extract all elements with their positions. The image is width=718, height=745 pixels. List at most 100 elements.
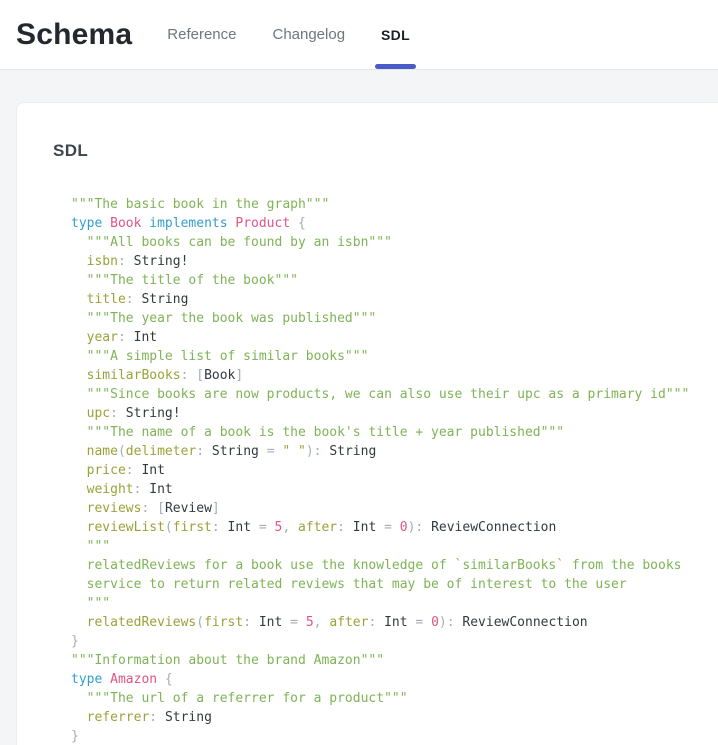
code-token: """The year the book was published""" <box>71 311 376 326</box>
section-title: SDL <box>53 141 695 161</box>
code-token: String! <box>134 254 189 269</box>
code-token: implements <box>141 216 235 231</box>
code-token: : [ <box>181 368 204 383</box>
code-token: """The url of a referrer for a product""… <box>71 691 408 706</box>
code-line: title: String <box>71 290 695 309</box>
tab-reference[interactable]: Reference <box>164 0 239 69</box>
code-token: isbn <box>71 254 118 269</box>
code-token: : <box>243 615 259 630</box>
code-token <box>102 216 110 231</box>
code-token: Product <box>235 216 290 231</box>
page-title: Schema <box>16 18 132 52</box>
sdl-card: SDL """The basic book in the graph""" typ… <box>16 102 718 745</box>
code-token: after <box>329 615 368 630</box>
code-token: price <box>71 463 126 478</box>
code-token: , <box>314 615 330 630</box>
code-token: similarBooks <box>71 368 181 383</box>
code-token: ( <box>118 444 126 459</box>
code-token: first <box>173 520 212 535</box>
code-token: 0 <box>400 520 408 535</box>
code-token: , <box>282 520 298 535</box>
code-token: 5 <box>306 615 314 630</box>
code-token: delimeter <box>126 444 196 459</box>
code-line: service to return related reviews that m… <box>71 575 695 594</box>
code-token: Book <box>204 368 235 383</box>
code-token: relatedReviews for a book use the knowle… <box>71 558 681 573</box>
code-line: """The url of a referrer for a product""… <box>71 689 695 708</box>
code-token: String <box>329 444 376 459</box>
code-token: """ <box>71 596 110 611</box>
code-line: referrer: String <box>71 708 695 727</box>
code-line: name(delimeter: String = " "): String <box>71 442 695 461</box>
code-token: : <box>368 615 384 630</box>
code-token: String <box>141 292 188 307</box>
tab-reference-label: Reference <box>167 26 236 43</box>
code-token: = <box>376 520 399 535</box>
code-token: """The basic book in the graph""" <box>71 197 329 212</box>
code-token: 0 <box>431 615 439 630</box>
code-token: year <box>71 330 118 345</box>
code-line: """Information about the brand Amazon""" <box>71 651 695 670</box>
code-token: : <box>212 520 228 535</box>
code-token: : <box>126 292 142 307</box>
code-token: ( <box>165 520 173 535</box>
code-token: Amazon <box>110 672 157 687</box>
code-token: : <box>337 520 353 535</box>
code-token: : <box>118 254 134 269</box>
code-token: referrer <box>71 710 149 725</box>
code-token: Int <box>149 482 172 497</box>
code-line: } <box>71 727 695 745</box>
code-line: type Amazon { <box>71 670 695 689</box>
code-token: : <box>149 710 165 725</box>
code-token: = <box>282 615 305 630</box>
code-line: """A simple list of similar books""" <box>71 347 695 366</box>
code-token: : <box>110 406 126 421</box>
tab-changelog[interactable]: Changelog <box>269 0 348 69</box>
code-token: } <box>71 729 79 744</box>
code-token: { <box>290 216 306 231</box>
code-token: upc <box>71 406 110 421</box>
code-line: similarBooks: [Book] <box>71 366 695 385</box>
code-token: Book <box>110 216 141 231</box>
page-header: Schema Reference Changelog SDL <box>0 0 718 70</box>
code-token: String <box>212 444 259 459</box>
code-line: year: Int <box>71 328 695 347</box>
code-token: Int <box>384 615 407 630</box>
code-line: """Since books are now products, we can … <box>71 385 695 404</box>
code-line: upc: String! <box>71 404 695 423</box>
code-line: """ <box>71 594 695 613</box>
code-line: relatedReviews(first: Int = 5, after: In… <box>71 613 695 632</box>
code-token: reviews <box>71 501 141 516</box>
code-line: reviews: [Review] <box>71 499 695 518</box>
code-token: : <box>134 482 150 497</box>
code-line: isbn: String! <box>71 252 695 271</box>
code-token: """ <box>71 539 110 554</box>
code-line: """The title of the book""" <box>71 271 695 290</box>
code-line: relatedReviews for a book use the knowle… <box>71 556 695 575</box>
code-token: : <box>196 444 212 459</box>
code-token: type <box>71 216 102 231</box>
code-token: String <box>165 710 212 725</box>
code-token: ): <box>439 615 462 630</box>
code-token: ] <box>235 368 243 383</box>
code-token: = <box>251 520 274 535</box>
code-token: } <box>71 634 79 649</box>
code-token: = <box>259 444 282 459</box>
code-token: ): <box>306 444 329 459</box>
sdl-code-block: """The basic book in the graph""" type Bo… <box>53 195 695 745</box>
code-token: String! <box>126 406 181 421</box>
code-line: """The name of a book is the book's titl… <box>71 423 695 442</box>
code-token: Int <box>353 520 376 535</box>
code-token: : <box>118 330 134 345</box>
code-line: price: Int <box>71 461 695 480</box>
code-line: type Book implements Product { <box>71 214 695 233</box>
code-token: type <box>71 672 102 687</box>
code-token: Int <box>141 463 164 478</box>
tab-sdl[interactable]: SDL <box>378 0 413 69</box>
code-line: """ <box>71 537 695 556</box>
code-token: ReviewConnection <box>462 615 587 630</box>
code-token: Review <box>165 501 212 516</box>
code-token: { <box>157 672 173 687</box>
code-token: Int <box>228 520 251 535</box>
code-token: ( <box>196 615 204 630</box>
